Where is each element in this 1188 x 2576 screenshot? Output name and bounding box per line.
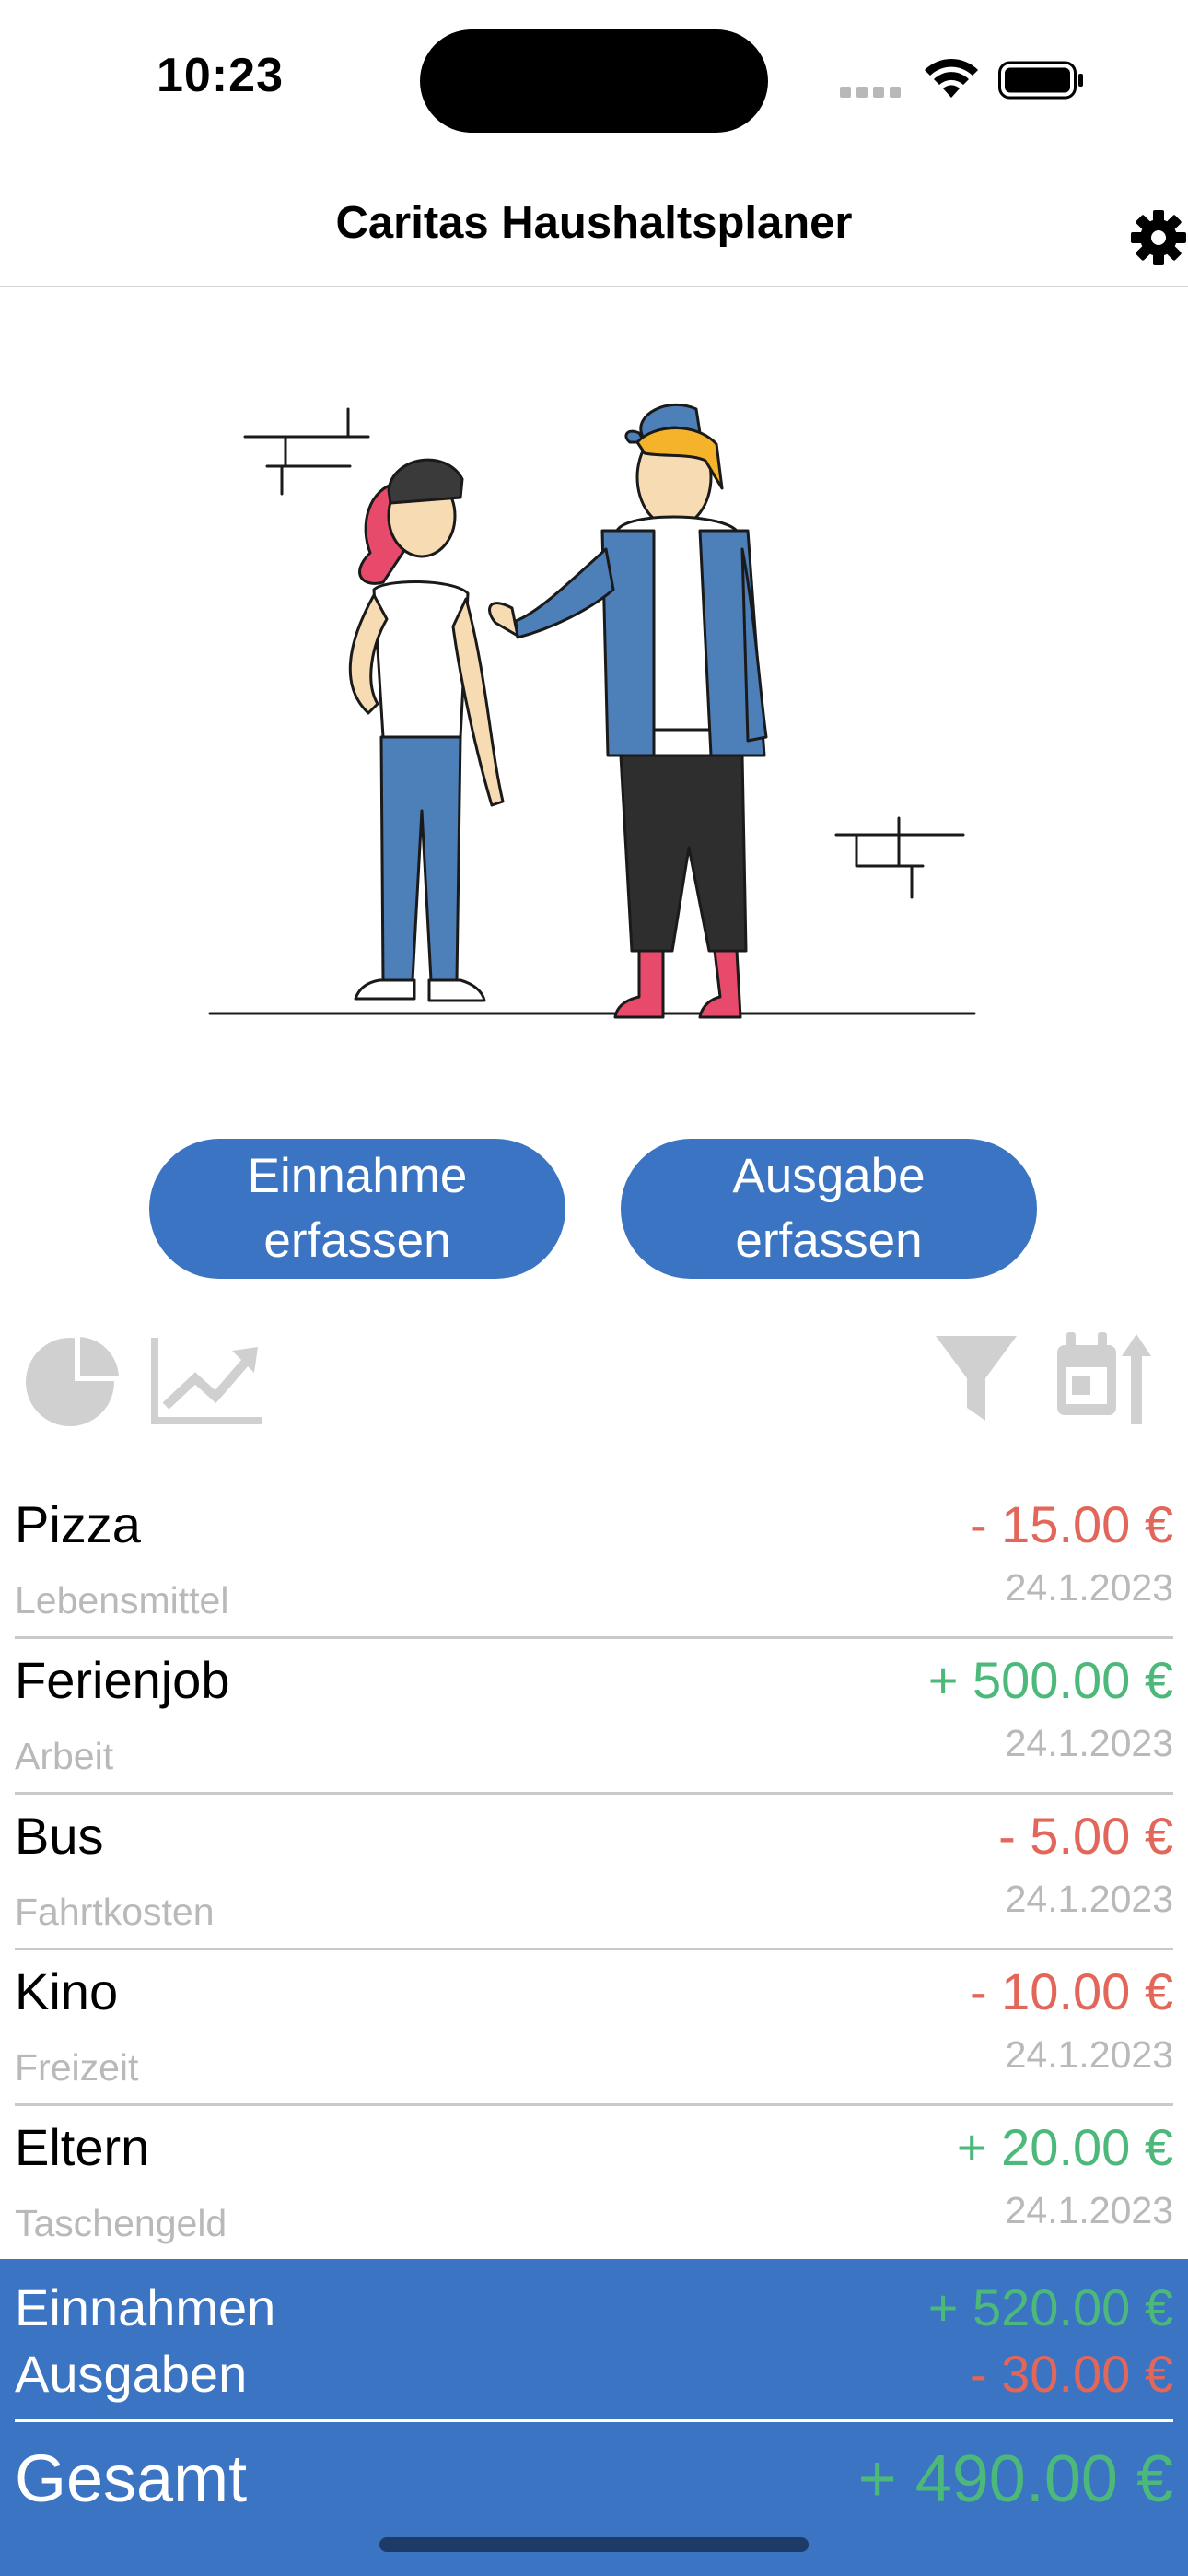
summary-divider — [15, 2419, 1173, 2422]
income-summary-label: Einnahmen — [15, 2278, 276, 2336]
wifi-icon — [925, 58, 978, 98]
list-item[interactable]: Eltern Taschengeld + 20.00 € 24.1.2023 — [15, 2106, 1173, 2262]
transaction-amount: + 500.00 € — [927, 1651, 1173, 1709]
total-summary-value: + 490.00 € — [857, 2442, 1173, 2516]
list-item[interactable]: Ferienjob Arbeit + 500.00 € 24.1.2023 — [15, 1639, 1173, 1795]
transaction-date: 24.1.2023 — [1005, 2189, 1173, 2231]
summary-panel: Einnahmen + 520.00 € Ausgaben - 30.00 € … — [0, 2259, 1188, 2576]
nav-header: Caritas Haushaltsplaner — [0, 175, 1188, 287]
calendar-sort-icon[interactable] — [1054, 1329, 1164, 1430]
transaction-list: Pizza Lebensmittel - 15.00 € 24.1.2023 F… — [0, 1483, 1188, 2262]
transaction-date: 24.1.2023 — [1005, 2033, 1173, 2076]
transaction-amount: - 5.00 € — [998, 1807, 1173, 1865]
transaction-date: 24.1.2023 — [1005, 1566, 1173, 1609]
transaction-title: Eltern — [15, 2118, 150, 2176]
status-time: 10:23 — [157, 49, 284, 102]
home-indicator[interactable] — [379, 2537, 809, 2552]
transaction-title: Kino — [15, 1962, 119, 2020]
transaction-title: Pizza — [15, 1495, 141, 1553]
pie-chart-icon[interactable] — [22, 1329, 123, 1430]
cellular-signal-icon — [840, 87, 904, 98]
transaction-date: 24.1.2023 — [1005, 1878, 1173, 1920]
transaction-category: Fahrtkosten — [15, 1891, 215, 1933]
transaction-amount: - 10.00 € — [969, 1962, 1173, 2020]
expense-summary-value: - 30.00 € — [969, 2345, 1173, 2403]
transaction-amount: + 20.00 € — [956, 2118, 1173, 2176]
total-summary-label: Gesamt — [15, 2442, 248, 2516]
people-talking-illustration — [208, 404, 976, 1019]
dynamic-island — [420, 29, 768, 133]
transaction-title: Ferienjob — [15, 1651, 230, 1709]
status-bar: 10:23 — [0, 0, 1188, 157]
add-income-label: Einnahme erfassen — [247, 1149, 468, 1268]
add-expense-label: Ausgabe erfassen — [732, 1149, 926, 1268]
add-income-button[interactable]: Einnahme erfassen — [149, 1139, 565, 1279]
transaction-title: Bus — [15, 1807, 104, 1865]
add-expense-button[interactable]: Ausgabe erfassen — [621, 1139, 1037, 1279]
list-item[interactable]: Kino Freizeit - 10.00 € 24.1.2023 — [15, 1950, 1173, 2106]
transaction-amount: - 15.00 € — [969, 1495, 1173, 1553]
transaction-category: Lebensmittel — [15, 1579, 229, 1622]
income-summary-value: + 520.00 € — [927, 2278, 1173, 2336]
list-item[interactable]: Pizza Lebensmittel - 15.00 € 24.1.2023 — [15, 1483, 1173, 1639]
line-chart-icon[interactable] — [147, 1329, 267, 1430]
transaction-date: 24.1.2023 — [1005, 1722, 1173, 1764]
expense-summary-label: Ausgaben — [15, 2345, 248, 2403]
filter-icon[interactable] — [930, 1329, 1022, 1430]
transaction-category: Taschengeld — [15, 2202, 227, 2244]
transaction-category: Arbeit — [15, 1735, 114, 1777]
battery-icon — [998, 61, 1083, 100]
list-item[interactable]: Bus Fahrtkosten - 5.00 € 24.1.2023 — [15, 1795, 1173, 1950]
transaction-category: Freizeit — [15, 2046, 139, 2089]
gear-icon[interactable] — [1129, 208, 1188, 267]
page-title: Caritas Haushaltsplaner — [335, 198, 853, 248]
